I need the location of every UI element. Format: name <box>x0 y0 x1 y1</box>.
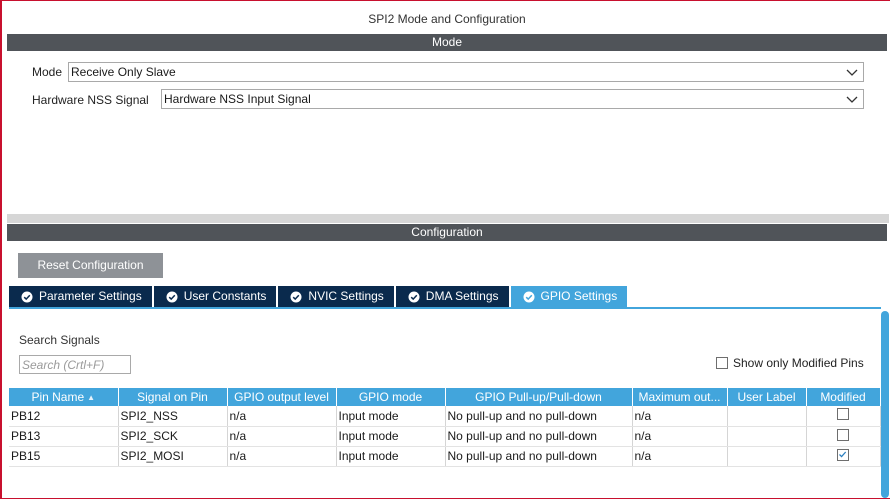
column-header-user-label[interactable]: User Label <box>727 388 807 406</box>
table-header-row: Pin Name ▲ Signal on Pin GPIO output leve… <box>9 388 881 406</box>
cell-max-speed: n/a <box>632 446 728 467</box>
table-row[interactable]: PB13 SPI2_SCK n/a Input mode No pull-up … <box>9 426 881 447</box>
cell-pin: PB15 <box>9 446 119 467</box>
sort-ascending-icon: ▲ <box>87 393 96 402</box>
tab-label: DMA Settings <box>425 289 499 303</box>
tab-user-constants[interactable]: User Constants <box>153 286 277 307</box>
cell-max-speed: n/a <box>632 406 728 427</box>
modified-checkbox[interactable] <box>837 428 849 441</box>
tab-parameter-settings[interactable]: Parameter Settings <box>9 286 152 307</box>
cell-pull: No pull-up and no pull-down <box>445 426 633 447</box>
cell-signal: SPI2_MOSI <box>118 446 228 467</box>
mode-label: Mode <box>32 65 63 79</box>
cell-modified <box>806 406 881 427</box>
cell-pin: PB12 <box>9 406 119 427</box>
cell-mode: Input mode <box>336 426 446 447</box>
reset-configuration-button[interactable]: Reset Configuration <box>18 253 163 278</box>
column-header-modified[interactable]: Modified <box>806 388 881 406</box>
column-header-signal[interactable]: Signal on Pin <box>118 388 228 406</box>
cell-modified <box>806 426 881 447</box>
config-tabs: Parameter Settings User Constants NVIC S… <box>9 286 629 307</box>
column-header-pin-name[interactable]: Pin Name ▲ <box>9 388 119 406</box>
cell-mode: Input mode <box>336 446 446 467</box>
gpio-signals-table: Pin Name ▲ Signal on Pin GPIO output leve… <box>9 388 881 467</box>
cell-pull: No pull-up and no pull-down <box>445 446 633 467</box>
cell-output-level: n/a <box>227 446 337 467</box>
tab-label: NVIC Settings <box>308 289 384 303</box>
cell-mode: Input mode <box>336 406 446 427</box>
check-circle-icon <box>408 291 420 302</box>
cell-pull: No pull-up and no pull-down <box>445 406 633 427</box>
tab-label: Parameter Settings <box>39 289 142 303</box>
nss-select[interactable]: Hardware NSS Input Signal <box>161 89 864 109</box>
nss-select-value: Hardware NSS Input Signal <box>164 92 311 106</box>
search-signals-label: Search Signals <box>19 333 100 347</box>
configuration-section-header: Configuration <box>7 224 887 241</box>
cell-pin: PB13 <box>9 426 119 447</box>
chevron-down-icon <box>846 96 858 103</box>
check-circle-icon <box>166 291 178 302</box>
column-header-gpio-mode[interactable]: GPIO mode <box>336 388 446 406</box>
tab-label: GPIO Settings <box>540 289 618 303</box>
check-circle-icon <box>290 291 302 302</box>
vertical-scrollbar[interactable] <box>881 311 889 498</box>
cell-signal: SPI2_SCK <box>118 426 228 447</box>
mode-select-value: Receive Only Slave <box>71 65 176 79</box>
cell-output-level: n/a <box>227 406 337 427</box>
mode-section-header: Mode <box>7 34 887 51</box>
cell-modified <box>806 446 881 467</box>
modified-checkbox[interactable] <box>837 448 849 461</box>
show-modified-label: Show only Modified Pins <box>733 356 864 370</box>
column-header-pull[interactable]: GPIO Pull-up/Pull-down <box>445 388 633 406</box>
cell-max-speed: n/a <box>632 426 728 447</box>
table-row[interactable]: PB15 SPI2_MOSI n/a Input mode No pull-up… <box>9 446 881 467</box>
column-header-output-level[interactable]: GPIO output level <box>227 388 337 406</box>
cell-user-label[interactable] <box>727 446 807 467</box>
column-header-max-speed[interactable]: Maximum out... <box>632 388 728 406</box>
cell-user-label[interactable] <box>727 426 807 447</box>
cell-user-label[interactable] <box>727 406 807 427</box>
table-row[interactable]: PB12 SPI2_NSS n/a Input mode No pull-up … <box>9 406 881 427</box>
tab-dma-settings[interactable]: DMA Settings <box>395 286 509 307</box>
show-modified-checkbox[interactable] <box>716 357 728 369</box>
tab-gpio-settings[interactable]: GPIO Settings <box>510 286 628 307</box>
window-title: SPI2 Mode and Configuration <box>368 12 526 26</box>
cell-output-level: n/a <box>227 426 337 447</box>
check-circle-icon <box>21 291 33 302</box>
mode-select[interactable]: Receive Only Slave <box>68 62 864 82</box>
check-icon <box>839 451 847 457</box>
tab-nvic-settings[interactable]: NVIC Settings <box>278 286 394 307</box>
check-circle-icon <box>523 291 534 302</box>
cell-signal: SPI2_NSS <box>118 406 228 427</box>
modified-checkbox[interactable] <box>837 408 849 421</box>
tab-label: User Constants <box>183 289 267 303</box>
nss-label: Hardware NSS Signal <box>32 93 149 107</box>
search-signals-input[interactable] <box>19 355 131 374</box>
chevron-down-icon <box>846 69 858 76</box>
splitter[interactable] <box>7 214 889 223</box>
show-modified-toggle[interactable]: Show only Modified Pins <box>716 355 864 371</box>
